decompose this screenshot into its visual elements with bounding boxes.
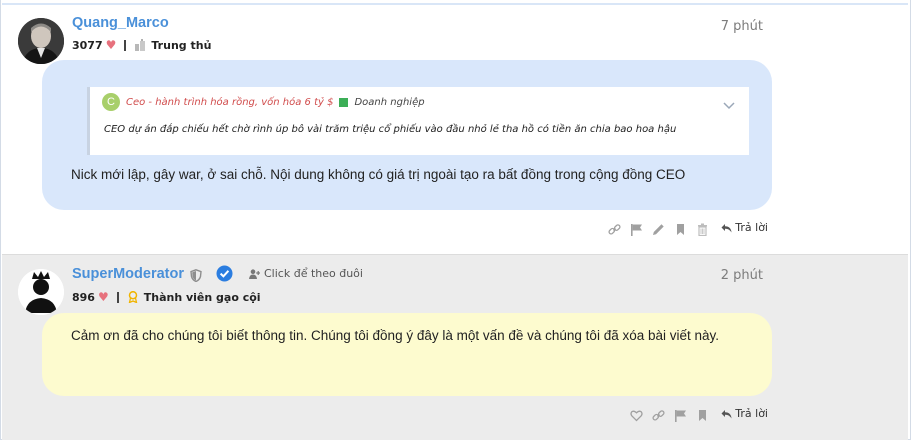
category-square-icon bbox=[339, 97, 349, 107]
divider bbox=[116, 291, 119, 303]
author-line: SuperModerator Click để theo đuôi bbox=[72, 265, 363, 283]
rank-label: Thành viên gạo cội bbox=[143, 290, 261, 304]
heart-icon: ♥ bbox=[97, 290, 109, 304]
medal-icon bbox=[127, 290, 139, 304]
reply-icon bbox=[721, 409, 732, 418]
heart-icon: ♥ bbox=[105, 38, 117, 52]
message-bubble: Cảm ơn đã cho chúng tôi biết thông tin. … bbox=[42, 313, 772, 396]
reply-button[interactable]: Trả lời bbox=[721, 407, 768, 420]
avatar[interactable] bbox=[18, 18, 64, 64]
chevron-down-icon[interactable] bbox=[723, 95, 735, 110]
rank-label: Trung thủ bbox=[151, 38, 212, 52]
flag-icon[interactable] bbox=[674, 407, 687, 422]
username[interactable]: Quang_Marco bbox=[72, 15, 169, 31]
bookmark-icon[interactable] bbox=[696, 407, 709, 421]
avatar[interactable] bbox=[18, 269, 64, 315]
points-count: 3077 bbox=[72, 38, 103, 52]
reply-button[interactable]: Trả lời bbox=[721, 221, 768, 234]
follow-button[interactable]: Click để theo đuôi bbox=[249, 267, 363, 280]
user-stats: 3077 ♥ Trung thủ bbox=[72, 38, 211, 52]
post-actions: Trả lời bbox=[630, 407, 768, 422]
message-text: Cảm ơn đã cho chúng tôi biết thông tin. … bbox=[71, 328, 720, 343]
quote-title[interactable]: Ceo - hành trình hóa rồng, vốn hóa 6 tỷ … bbox=[126, 97, 333, 108]
post-supermoderator: SuperModerator Click để theo đuôi 896 ♥ … bbox=[2, 254, 908, 440]
author-line: Quang_Marco bbox=[72, 15, 169, 31]
username[interactable]: SuperModerator bbox=[72, 266, 184, 282]
post-time[interactable]: 7 phút bbox=[721, 19, 763, 34]
heart-outline-icon[interactable] bbox=[630, 407, 643, 422]
post-actions: Trả lời bbox=[608, 221, 768, 237]
edit-icon[interactable] bbox=[652, 221, 665, 235]
quote-avatar: C bbox=[102, 93, 120, 111]
reply-icon bbox=[721, 223, 732, 232]
divider bbox=[124, 39, 127, 51]
flag-icon[interactable] bbox=[630, 221, 643, 236]
rank-icon bbox=[134, 39, 146, 51]
points-count: 896 bbox=[72, 290, 95, 304]
quote-block[interactable]: C Ceo - hành trình hóa rồng, vốn hóa 6 t… bbox=[87, 87, 749, 155]
follow-label: Click để theo đuôi bbox=[264, 267, 363, 280]
link-icon[interactable] bbox=[608, 221, 621, 235]
add-user-icon bbox=[249, 268, 260, 279]
trash-icon[interactable] bbox=[696, 221, 709, 237]
user-stats: 896 ♥ Thành viên gạo cội bbox=[72, 290, 261, 304]
reply-label: Trả lời bbox=[735, 221, 768, 234]
shield-icon bbox=[190, 267, 202, 283]
message-bubble: C Ceo - hành trình hóa rồng, vốn hóa 6 t… bbox=[42, 60, 772, 210]
post-quang-marco: Quang_Marco 3077 ♥ Trung thủ 7 phút C Ce… bbox=[2, 5, 908, 253]
quote-category[interactable]: Doanh nghiệp bbox=[354, 97, 424, 108]
bookmark-icon[interactable] bbox=[674, 221, 687, 235]
quote-text: CEO dự án đắp chiếu hết chờ rình úp bô v… bbox=[104, 124, 677, 135]
reply-label: Trả lời bbox=[735, 407, 768, 420]
message-text: Nick mới lập, gây war, ở sai chỗ. Nội du… bbox=[71, 167, 686, 182]
post-time[interactable]: 2 phút bbox=[721, 268, 763, 283]
quote-header: C Ceo - hành trình hóa rồng, vốn hóa 6 t… bbox=[102, 93, 425, 111]
link-icon[interactable] bbox=[652, 407, 665, 421]
verified-badge-icon bbox=[216, 265, 233, 282]
